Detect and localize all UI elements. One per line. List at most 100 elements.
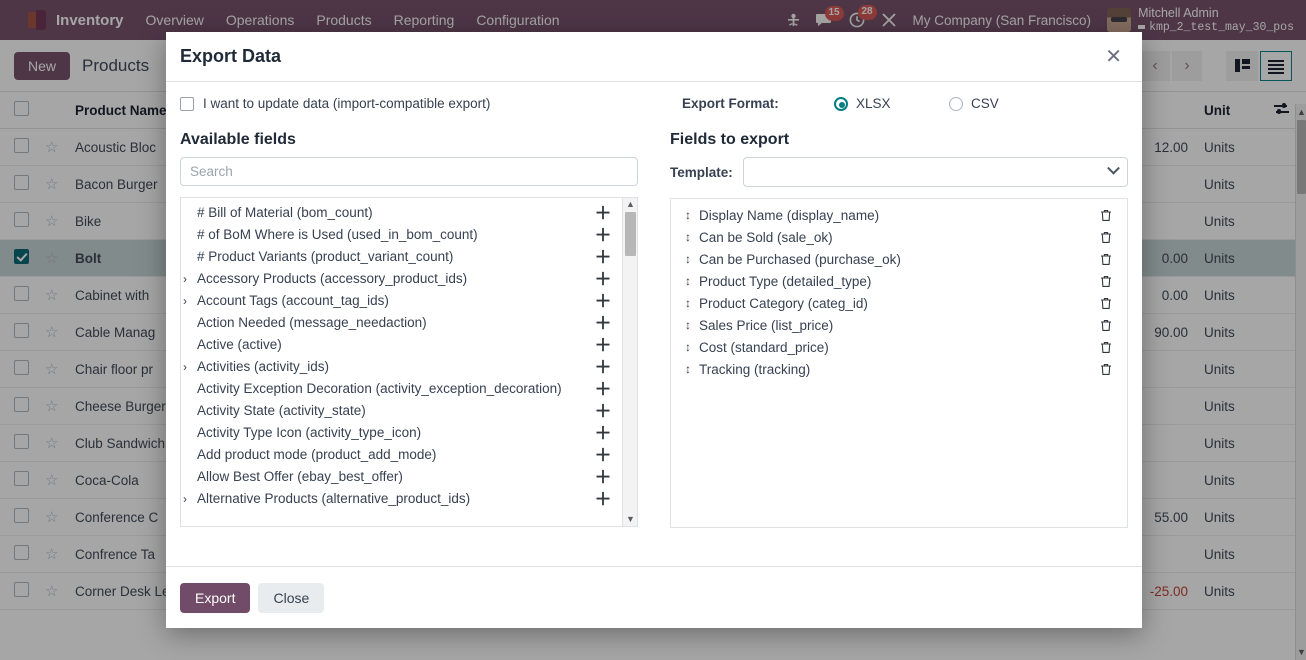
dialog-body: I want to update data (import-compatible… (166, 82, 1142, 566)
available-field-label: Action Needed (message_needaction) (197, 315, 427, 331)
available-field-label: # of BoM Where is Used (used_in_bom_coun… (197, 227, 478, 243)
export-field-label: Can be Sold (sale_ok) (699, 229, 833, 245)
format-option-csv[interactable]: CSV (949, 96, 1064, 111)
dialog-header: Export Data ✕ (166, 32, 1142, 82)
available-fields-scrollbar[interactable]: ▲ ▼ (622, 198, 637, 526)
export-data-dialog: Export Data ✕ I want to update data (imp… (166, 32, 1142, 628)
delete-field-icon[interactable] (1098, 341, 1114, 354)
available-scroll-down-icon[interactable]: ▼ (623, 513, 638, 526)
delete-field-icon[interactable] (1098, 253, 1114, 266)
export-field-item[interactable]: ↕ Product Type (detailed_type) (671, 270, 1127, 292)
export-field-item[interactable]: ↕ Cost (standard_price) (671, 336, 1127, 358)
dialog-footer: Export Close (166, 566, 1142, 628)
add-field-icon[interactable]: ＋ (594, 315, 612, 332)
delete-field-icon[interactable] (1098, 275, 1114, 288)
export-field-item[interactable]: ↕ Product Category (categ_id) (671, 292, 1127, 314)
available-field-label: # Product Variants (product_variant_coun… (197, 249, 454, 265)
expand-chevron-icon[interactable]: › (183, 360, 195, 374)
template-select[interactable] (742, 157, 1128, 187)
csv-label: CSV (971, 96, 999, 111)
available-field-item[interactable]: Activity State (activity_state) ＋ (181, 400, 622, 422)
export-field-label: Can be Purchased (purchase_ok) (699, 251, 901, 267)
drag-handle-icon[interactable]: ↕ (685, 319, 699, 331)
update-data-label: I want to update data (import-compatible… (203, 96, 491, 111)
available-fields-title: Available fields (180, 131, 296, 148)
update-data-checkbox[interactable] (180, 96, 194, 111)
delete-field-icon[interactable] (1098, 363, 1114, 376)
expand-chevron-icon[interactable]: › (183, 294, 195, 308)
export-field-item[interactable]: ↕ Can be Purchased (purchase_ok) (671, 248, 1127, 270)
dialog-title: Export Data (180, 46, 282, 66)
available-scroll-up-icon[interactable]: ▲ (623, 198, 638, 211)
delete-field-icon[interactable] (1098, 319, 1114, 332)
export-button[interactable]: Export (180, 582, 251, 613)
available-field-item[interactable]: # Product Variants (product_variant_coun… (181, 246, 622, 268)
available-field-item[interactable]: Active (active) ＋ (181, 334, 622, 356)
application-window: Inventory Overview Operations Products R… (0, 0, 1306, 660)
export-field-label: Product Type (detailed_type) (699, 273, 872, 289)
available-field-item[interactable]: Allow Best Offer (ebay_best_offer) ＋ (181, 466, 622, 488)
drag-handle-icon[interactable]: ↕ (685, 363, 699, 375)
available-field-item[interactable]: Activity Type Icon (activity_type_icon) ＋ (181, 422, 622, 444)
export-format-label: Export Format: (682, 96, 779, 111)
template-label: Template: (670, 164, 733, 180)
drag-handle-icon[interactable]: ↕ (685, 341, 699, 353)
add-field-icon[interactable]: ＋ (594, 403, 612, 420)
add-field-icon[interactable]: ＋ (594, 293, 612, 310)
available-field-item[interactable]: # Bill of Material (bom_count) ＋ (181, 202, 622, 224)
drag-handle-icon[interactable]: ↕ (685, 297, 699, 309)
available-fields-scroll-area[interactable]: # Bill of Material (bom_count) ＋ # of BoM … (181, 198, 622, 526)
add-field-icon[interactable]: ＋ (594, 249, 612, 266)
expand-chevron-icon[interactable]: › (183, 492, 195, 506)
expand-chevron-icon[interactable]: › (183, 272, 195, 286)
drag-handle-icon[interactable]: ↕ (685, 209, 699, 221)
add-field-icon[interactable]: ＋ (594, 271, 612, 288)
available-field-item[interactable]: › Accessory Products (accessory_product_i… (181, 268, 622, 290)
add-field-icon[interactable]: ＋ (594, 425, 612, 442)
add-field-icon[interactable]: ＋ (594, 227, 612, 244)
available-field-item[interactable]: › Account Tags (account_tag_ids) ＋ (181, 290, 622, 312)
search-input[interactable] (180, 157, 638, 186)
available-field-label: Activities (activity_ids) (197, 359, 330, 375)
delete-field-icon[interactable] (1098, 231, 1114, 244)
update-data-option[interactable]: I want to update data (import-compatible… (180, 96, 670, 111)
add-field-icon[interactable]: ＋ (594, 359, 612, 376)
add-field-icon[interactable]: ＋ (594, 205, 612, 222)
delete-field-icon[interactable] (1098, 297, 1114, 310)
export-field-item[interactable]: ↕ Display Name (display_name) (671, 204, 1127, 226)
export-field-item[interactable]: ↕ Tracking (tracking) (671, 358, 1127, 380)
add-field-icon[interactable]: ＋ (594, 337, 612, 354)
add-field-icon[interactable]: ＋ (594, 447, 612, 464)
xlsx-radio[interactable] (834, 96, 848, 111)
available-field-label: Alternative Products (alternative_produc… (197, 491, 471, 507)
available-field-label: Allow Best Offer (ebay_best_offer) (197, 469, 403, 485)
add-field-icon[interactable]: ＋ (594, 491, 612, 508)
available-scrollbar-thumb[interactable] (625, 212, 636, 256)
available-field-label: Accessory Products (accessory_product_id… (197, 271, 468, 287)
dialog-columns: Available fields # Bill of Material (bom… (180, 131, 1128, 528)
available-field-item[interactable]: Activity Exception Decoration (activity_… (181, 378, 622, 400)
drag-handle-icon[interactable]: ↕ (685, 231, 699, 243)
available-field-item[interactable]: › Activities (activity_ids) ＋ (181, 356, 622, 378)
export-fields-list[interactable]: ↕ Display Name (display_name) ↕ Can be Sold… (670, 198, 1128, 528)
chevron-down-icon (1107, 161, 1120, 175)
close-icon[interactable]: ✕ (1099, 43, 1128, 71)
available-field-item[interactable]: # of BoM Where is Used (used_in_bom_coun… (181, 224, 622, 246)
drag-handle-icon[interactable]: ↕ (685, 275, 699, 287)
xlsx-label: XLSX (856, 96, 891, 111)
format-option-xlsx[interactable]: XLSX (834, 96, 949, 111)
export-field-item[interactable]: ↕ Can be Sold (sale_ok) (671, 226, 1127, 248)
add-field-icon[interactable]: ＋ (594, 381, 612, 398)
add-field-icon[interactable]: ＋ (594, 469, 612, 486)
available-field-item[interactable]: Add product mode (product_add_mode) ＋ (181, 444, 622, 466)
delete-field-icon[interactable] (1098, 209, 1114, 222)
available-field-label: Activity Exception Decoration (activity_… (197, 381, 562, 397)
close-button[interactable]: Close (258, 582, 325, 613)
available-field-item[interactable]: › Alternative Products (alternative_produ… (181, 488, 622, 510)
available-field-item[interactable]: Action Needed (message_needaction) ＋ (181, 312, 622, 334)
csv-radio[interactable] (949, 96, 963, 111)
export-field-item[interactable]: ↕ Sales Price (list_price) (671, 314, 1127, 336)
available-field-label: Active (active) (197, 337, 282, 353)
export-fields-panel: Fields to export Template: ↕ Display Name… (670, 131, 1128, 528)
drag-handle-icon[interactable]: ↕ (685, 253, 699, 265)
